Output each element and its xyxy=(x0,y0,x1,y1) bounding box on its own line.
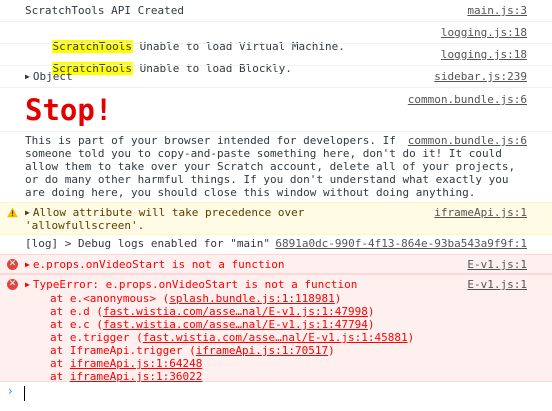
source-link[interactable]: iframeApi.js:1 xyxy=(434,206,527,220)
console-message-error-2[interactable]: ✕ ▶ TypeError: e.props.onVideoStart is no… xyxy=(0,274,552,383)
console-message-warning[interactable]: ▶ Allow attribute will take precedence ov… xyxy=(0,202,552,235)
expand-triangle-icon[interactable]: ▶ xyxy=(25,260,30,269)
stack-frame-link[interactable]: fast.wistia.com/asse…nal/E-v1.js:1:47794 xyxy=(103,318,368,331)
selfxss-line-2: someone told you to copy-and-paste somet… xyxy=(25,147,502,160)
console-message-object[interactable]: ▶ Object sidebar.js:239 xyxy=(0,65,552,87)
selfxss-line-3: allow them to take over your Scratch acc… xyxy=(25,160,516,173)
message-text: [log] > Debug logs enabled for "main" xyxy=(25,237,277,250)
console-message-error-1[interactable]: ✕ ▶ e.props.onVideoStart is not a functio… xyxy=(0,254,552,274)
stack-frame: at e.c (fast.wistia.com/asse…nal/E-v1.js… xyxy=(50,318,375,331)
stack-frame: at e.trigger (fast.wistia.com/asse…nal/E… xyxy=(50,331,415,344)
text-caret[interactable] xyxy=(24,386,25,401)
expand-triangle-icon[interactable]: ▶ xyxy=(25,208,30,217)
console-message-vm-fail: ScratchTools Unable to load Virtual Mach… xyxy=(0,21,552,53)
source-link[interactable]: E-v1.js:1 xyxy=(467,258,527,272)
stack-frame: at e.<anonymous> (splash.bundle.js:1:118… xyxy=(50,292,342,305)
source-link[interactable]: E-v1.js:1 xyxy=(467,278,527,292)
stack-frame: at e.d (fast.wistia.com/asse…nal/E-v1.js… xyxy=(50,305,375,318)
source-link[interactable]: sidebar.js:239 xyxy=(434,70,527,84)
message-text: TypeError: e.props.onVideoStart is not a… xyxy=(32,278,358,291)
object-label: Object xyxy=(32,70,73,83)
selfxss-line-1: This is part of your browser intended fo… xyxy=(25,134,396,147)
stack-frame-link[interactable]: iframeApi.js:1:64248 xyxy=(70,357,202,370)
stop-heading: Stop! xyxy=(25,93,113,127)
warning-line-2: 'allowfullscreen'. xyxy=(25,219,145,232)
source-link[interactable]: common.bundle.js:6 xyxy=(408,93,527,107)
error-circle-icon: ✕ xyxy=(7,279,18,290)
stack-frame-link[interactable]: iframeApi.js:1:70517 xyxy=(196,344,328,357)
message-text: e.props.onVideoStart is not a function xyxy=(32,258,285,271)
prompt-chevron-icon: › xyxy=(8,384,13,398)
source-link[interactable]: logging.js:18 xyxy=(441,26,527,40)
warning-triangle-icon xyxy=(7,207,18,218)
console-prompt[interactable]: › xyxy=(0,382,552,411)
source-link[interactable]: main.js:3 xyxy=(467,4,527,18)
selfxss-line-5: are doing here, you should close this wi… xyxy=(25,186,476,199)
stack-frame: at iframeApi.js:1:64248 xyxy=(50,357,203,370)
message-text: ScratchTools API Created xyxy=(25,4,184,17)
stack-frame-link[interactable]: splash.bundle.js:1:118981 xyxy=(169,292,335,305)
source-link[interactable]: logging.js:18 xyxy=(441,48,527,62)
source-link[interactable]: common.bundle.js:6 xyxy=(408,134,527,148)
stack-frame: at IframeApi.trigger (iframeApi.js:1:705… xyxy=(50,344,335,357)
console-message-debug: [log] > Debug logs enabled for "main" 68… xyxy=(0,235,552,254)
stack-frame-link[interactable]: fast.wistia.com/asse…nal/E-v1.js:1:45881 xyxy=(143,331,408,344)
error-circle-icon: ✕ xyxy=(7,259,18,270)
selfxss-line-4: or do many other harmful things. If you … xyxy=(25,173,509,186)
console-message-api-created: ScratchTools API Created main.js:3 xyxy=(0,0,552,21)
collapse-triangle-icon[interactable]: ▶ xyxy=(25,280,30,289)
console-message-selfxss: common.bundle.js:6 This is part of your … xyxy=(0,131,552,203)
source-link[interactable]: 6891a0dc-990f-4f13-864e-93ba543a9f9f:1 xyxy=(275,237,527,251)
expand-triangle-icon[interactable]: ▶ xyxy=(25,72,30,81)
stack-frame-link[interactable]: fast.wistia.com/asse…nal/E-v1.js:1:47998 xyxy=(103,305,368,318)
console-message-blockly-fail: ScratchTools Unable to load Blockly. log… xyxy=(0,43,552,75)
warning-line-1: Allow attribute will take precedence ove… xyxy=(32,206,305,219)
